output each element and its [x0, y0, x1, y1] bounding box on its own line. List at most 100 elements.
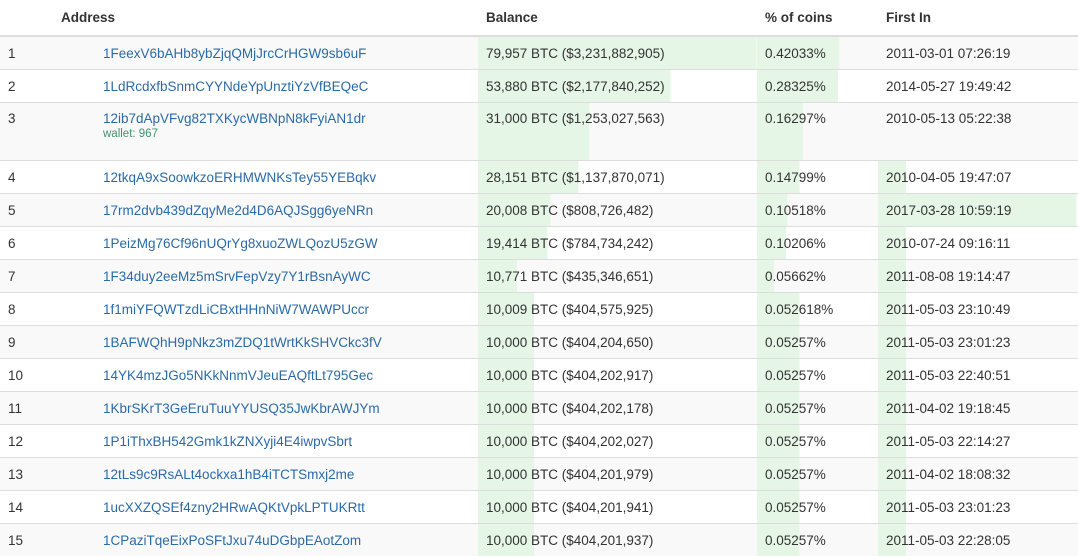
balance-cell: 10,000 BTC ($404,202,917) [478, 359, 757, 392]
address-link[interactable]: 1FeexV6bAHb8ybZjqQMjJrcCrHGW9sb6uF [103, 46, 366, 61]
table-row: 14 1ucXXZQSEf4zny2HRwAQKtVpkLPTUKRtt 10,00… [0, 491, 1078, 524]
address-column-header: Address [53, 0, 478, 36]
rank-cell: 3 [0, 103, 53, 161]
rank-cell: 15 [0, 524, 53, 556]
address-cell: 1P1iThxBH542Gmk1kZNXyji4E4iwpvSbrt [53, 425, 478, 458]
rank-cell: 5 [0, 194, 53, 227]
address-cell: 12ib7dApVFvg82TXKycWBNpN8kFyiAN1dr wallet… [53, 103, 478, 161]
address-link[interactable]: 1CPaziTqeEixPoSFtJxu74uDGbpEAotZom [103, 533, 361, 548]
address-cell: 1F34duy2eeMz5mSrvFepVzy7Y1rBsnAyWC [53, 260, 478, 293]
rank-cell: 9 [0, 326, 53, 359]
rank-cell: 6 [0, 227, 53, 260]
percent-cell: 0.10206% [757, 227, 878, 260]
table-row: 10 14YK4mzJGo5NKkNnmVJeuEAQftLt795Gec 10,0… [0, 359, 1078, 392]
balance-cell: 10,000 BTC ($404,201,979) [478, 458, 757, 491]
table-row: 6 1PeizMg76Cf96nUQrYg8xuoZWLQozU5zGW 19,41… [0, 227, 1078, 260]
balance-cell: 10,000 BTC ($404,201,941) [478, 491, 757, 524]
balance-cell: 10,009 BTC ($404,575,925) [478, 293, 757, 326]
table-row: 1312tLs9c9RsALt4ockxa1hB4iTCTSmxj2me10,0… [0, 458, 1078, 491]
address-link[interactable]: 12tLs9c9RsALt4ockxa1hB4iTCTSmxj2me [103, 467, 354, 482]
address-link[interactable]: 17rm2dvb439dZqyMe2d4D6AQJSgg6yeNRn [103, 203, 373, 218]
address-cell: 1FeexV6bAHb8ybZjqQMjJrcCrHGW9sb6uF [53, 36, 478, 70]
address-cell: 1f1miYFQWTzdLiCBxtHHnNiW7WAWPUccr [53, 293, 478, 326]
percent-cell: 0.05257% [757, 524, 878, 556]
rich-list-table: Address Balance % of coins First In 1 1Fe… [0, 0, 1078, 556]
first-in-column-header: First In [878, 0, 1078, 36]
first-in-cell: 2011-08-08 19:14:47 [878, 260, 1078, 293]
balance-column-header: Balance [478, 0, 757, 36]
address-link[interactable]: 12tkqA9xSoowkzoERHMWNKsTey55YEBqkv [103, 170, 376, 185]
first-in-cell: 2011-05-03 23:01:23 [878, 491, 1078, 524]
address-link[interactable]: 1f1miYFQWTzdLiCBxtHHnNiW7WAWPUccr [103, 302, 369, 317]
first-in-cell: 2011-03-01 07:26:19 [878, 36, 1078, 70]
table-row: 9 1BAFWQhH9pNkz3mZDQ1tWrtKkSHVCkc3fV 10,00… [0, 326, 1078, 359]
percent-cell: 0.28325% [757, 70, 878, 103]
percent-cell: 0.05257% [757, 326, 878, 359]
address-link[interactable]: 1KbrSKrT3GeEruTuuYYUSQ35JwKbrAWJYm [103, 401, 380, 416]
table-row: 3 12ib7dApVFvg82TXKycWBNpN8kFyiAN1dr walle… [0, 103, 1078, 161]
percent-cell: 0.16297% [757, 103, 878, 161]
wallet-label: wallet: 967 [103, 128, 478, 140]
percent-cell: 0.05662% [757, 260, 878, 293]
address-cell: 1ucXXZQSEf4zny2HRwAQKtVpkLPTUKRtt [53, 491, 478, 524]
percent-cell: 0.052618% [757, 293, 878, 326]
first-in-cell: 2011-05-03 22:28:05 [878, 524, 1078, 556]
address-link[interactable]: 14YK4mzJGo5NKkNnmVJeuEAQftLt795Gec [103, 368, 373, 383]
address-link[interactable]: 1LdRcdxfbSnmCYYNdeYpUnztiYzVfBEQeC [103, 79, 368, 94]
table-row: 5 17rm2dvb439dZqyMe2d4D6AQJSgg6yeNRn 20,00… [0, 194, 1078, 227]
balance-cell: 79,957 BTC ($3,231,882,905) [478, 36, 757, 70]
first-in-cell: 2017-03-28 10:59:19 [878, 194, 1078, 227]
rank-cell: 14 [0, 491, 53, 524]
table-row: 8 1f1miYFQWTzdLiCBxtHHnNiW7WAWPUccr 10,009… [0, 293, 1078, 326]
address-cell: 1PeizMg76Cf96nUQrYg8xuoZWLQozU5zGW [53, 227, 478, 260]
address-cell: 1LdRcdxfbSnmCYYNdeYpUnztiYzVfBEQeC [53, 70, 478, 103]
address-link[interactable]: 1P1iThxBH542Gmk1kZNXyji4E4iwpvSbrt [103, 434, 352, 449]
first-in-cell: 2011-05-03 22:40:51 [878, 359, 1078, 392]
balance-cell: 10,000 BTC ($404,202,027) [478, 425, 757, 458]
first-in-cell: 2011-05-03 23:01:23 [878, 326, 1078, 359]
balance-cell: 53,880 BTC ($2,177,840,252) [478, 70, 757, 103]
percent-cell: 0.10518% [757, 194, 878, 227]
rank-cell: 12 [0, 425, 53, 458]
percent-cell: 0.05257% [757, 458, 878, 491]
table-row: 151CPaziTqeEixPoSFtJxu74uDGbpEAotZom10,0… [0, 524, 1078, 556]
balance-cell: 31,000 BTC ($1,253,027,563) [478, 103, 757, 161]
percent-cell: 0.14799% [757, 161, 878, 194]
rank-cell: 4 [0, 161, 53, 194]
address-cell: 12tLs9c9RsALt4ockxa1hB4iTCTSmxj2me [53, 458, 478, 491]
table-row: 12 1P1iThxBH542Gmk1kZNXyji4E4iwpvSbrt 10,0… [0, 425, 1078, 458]
balance-cell: 28,151 BTC ($1,137,870,071) [478, 161, 757, 194]
table-header: Address Balance % of coins First In [0, 0, 1078, 36]
first-in-cell: 2010-07-24 09:16:11 [878, 227, 1078, 260]
rank-cell: 1 [0, 36, 53, 70]
balance-cell: 10,000 BTC ($404,204,650) [478, 326, 757, 359]
rank-column-header [0, 0, 53, 36]
first-in-cell: 2010-05-13 05:22:38 [878, 103, 1078, 161]
first-in-cell: 2011-05-03 23:10:49 [878, 293, 1078, 326]
rank-cell: 11 [0, 392, 53, 425]
balance-cell: 20,008 BTC ($808,726,482) [478, 194, 757, 227]
table-row: 1 1FeexV6bAHb8ybZjqQMjJrcCrHGW9sb6uF 79,95… [0, 36, 1078, 70]
address-link[interactable]: 1PeizMg76Cf96nUQrYg8xuoZWLQozU5zGW [103, 236, 378, 251]
percent-cell: 0.05257% [757, 359, 878, 392]
percent-cell: 0.05257% [757, 491, 878, 524]
first-in-cell: 2011-04-02 19:18:45 [878, 392, 1078, 425]
table-row: 21LdRcdxfbSnmCYYNdeYpUnztiYzVfBEQeC53,88… [0, 70, 1078, 103]
balance-cell: 10,000 BTC ($404,202,178) [478, 392, 757, 425]
address-link[interactable]: 1ucXXZQSEf4zny2HRwAQKtVpkLPTUKRtt [103, 500, 365, 515]
rank-cell: 10 [0, 359, 53, 392]
percent-cell: 0.05257% [757, 392, 878, 425]
table-body: 1 1FeexV6bAHb8ybZjqQMjJrcCrHGW9sb6uF 79,95… [0, 36, 1078, 556]
percent-cell: 0.42033% [757, 36, 878, 70]
balance-cell: 19,414 BTC ($784,734,242) [478, 227, 757, 260]
address-link[interactable]: 12ib7dApVFvg82TXKycWBNpN8kFyiAN1dr [103, 111, 366, 126]
address-link[interactable]: 1F34duy2eeMz5mSrvFepVzy7Y1rBsnAyWC [103, 269, 371, 284]
percent-column-header: % of coins [757, 0, 878, 36]
address-cell: 1CPaziTqeEixPoSFtJxu74uDGbpEAotZom [53, 524, 478, 556]
rank-cell: 8 [0, 293, 53, 326]
first-in-cell: 2010-04-05 19:47:07 [878, 161, 1078, 194]
first-in-cell: 2014-05-27 19:49:42 [878, 70, 1078, 103]
balance-cell: 10,771 BTC ($435,346,651) [478, 260, 757, 293]
address-link[interactable]: 1BAFWQhH9pNkz3mZDQ1tWrtKkSHVCkc3fV [103, 335, 382, 350]
address-cell: 14YK4mzJGo5NKkNnmVJeuEAQftLt795Gec [53, 359, 478, 392]
